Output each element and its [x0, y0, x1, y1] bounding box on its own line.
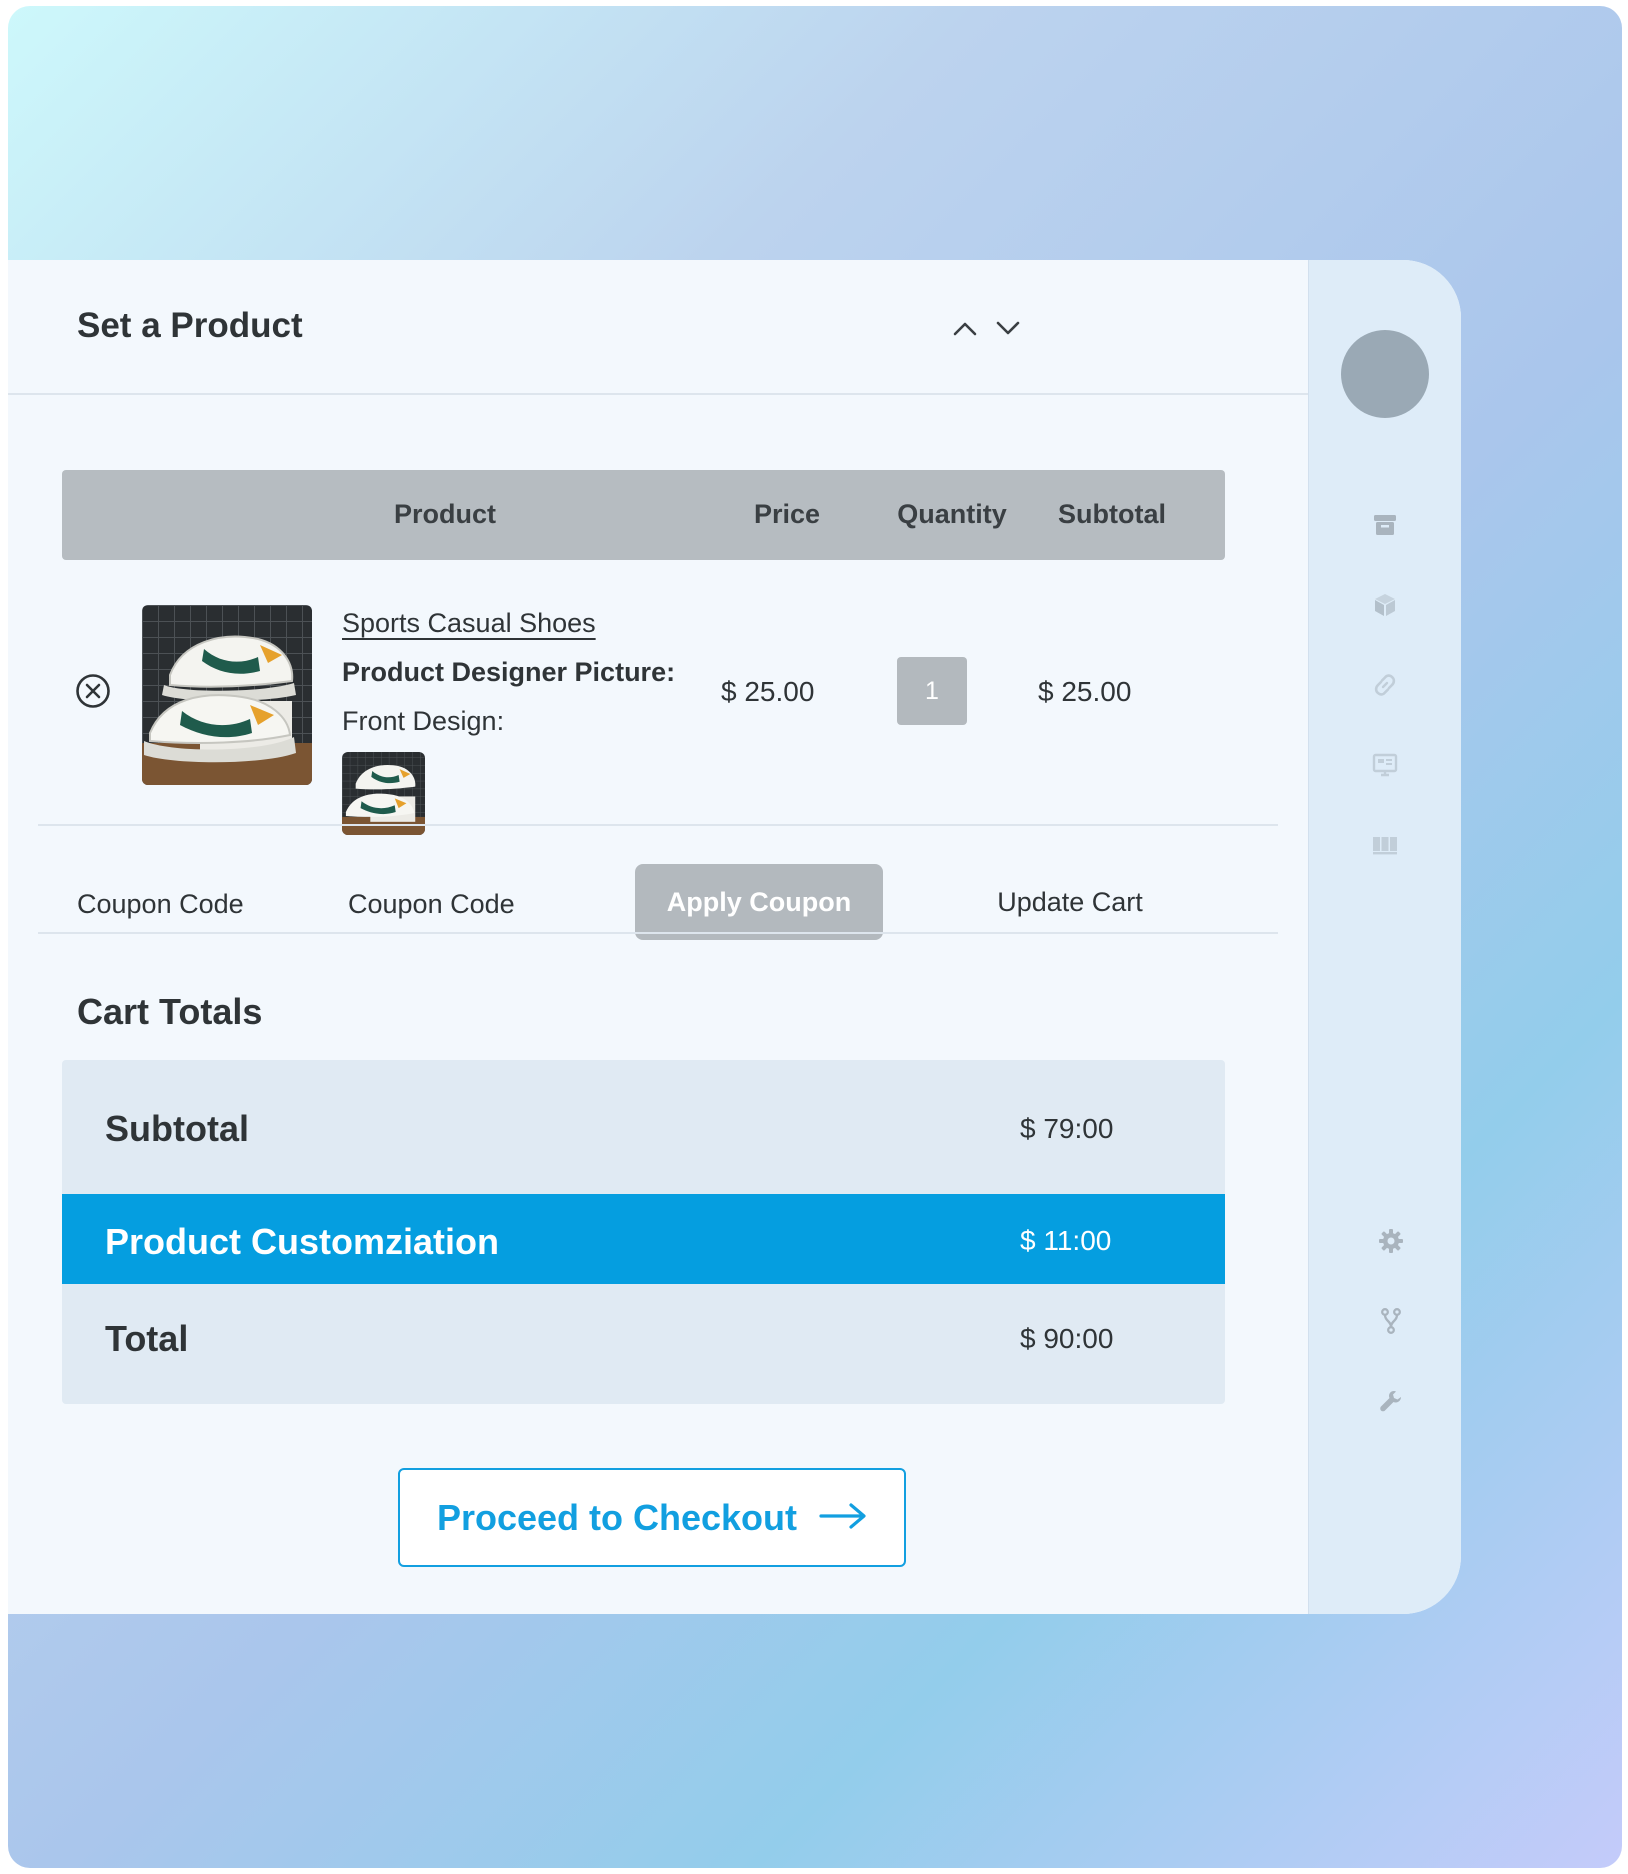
totals-row-customization: Product Customziation $ 11:00 [62, 1194, 1225, 1284]
main-content: Set a Product Product Price Quantity Sub… [8, 260, 1308, 1614]
gear-icon[interactable] [1376, 1226, 1406, 1256]
arrow-right-icon [819, 1497, 867, 1539]
totals-label: Subtotal [105, 1108, 249, 1149]
chevron-down-icon[interactable] [993, 316, 1023, 340]
cart-totals-table: Subtotal $ 79:00 Product Customziation $… [62, 1060, 1225, 1404]
totals-value: $ 79:00 [1020, 1113, 1114, 1144]
panel-header: Set a Product [8, 260, 1308, 395]
product-panel: Set a Product Product Price Quantity Sub… [8, 260, 1461, 1614]
cart-totals-title: Cart Totals [77, 991, 263, 1032]
totals-row-total: Total $ 90:00 [62, 1284, 1225, 1404]
quantity-input[interactable] [897, 657, 967, 725]
panel-title: Set a Product [77, 306, 303, 345]
front-design-label: Front Design: [342, 706, 505, 736]
cart-table-header: Product Price Quantity Subtotal [62, 470, 1225, 560]
column-header-quantity: Quantity [897, 499, 1007, 529]
totals-value: $ 90:00 [1020, 1323, 1114, 1354]
update-cart-button[interactable]: Update Cart [980, 864, 1160, 940]
proceed-to-checkout-button[interactable]: Proceed to Checkout [398, 1468, 906, 1567]
divider [38, 824, 1278, 826]
totals-label: Product Customziation [105, 1221, 499, 1262]
columns-icon[interactable] [1370, 830, 1400, 860]
apply-coupon-button[interactable]: Apply Coupon [635, 864, 883, 940]
chevron-up-icon[interactable] [950, 316, 980, 340]
monitor-icon[interactable] [1370, 750, 1400, 780]
divider [38, 932, 1278, 934]
front-design-thumbnail[interactable] [342, 752, 425, 835]
item-price: $ 25.00 [721, 676, 815, 707]
totals-row-subtotal: Subtotal $ 79:00 [62, 1060, 1225, 1194]
cube-icon[interactable] [1370, 590, 1400, 620]
branch-icon[interactable] [1376, 1306, 1406, 1336]
coupon-label: Coupon Code [77, 889, 244, 919]
column-header-subtotal: Subtotal [1058, 499, 1166, 529]
checkout-label: Proceed to Checkout [436, 1496, 798, 1538]
column-header-product: Product [393, 499, 496, 529]
column-header-price: Price [753, 499, 821, 529]
avatar[interactable] [1341, 330, 1429, 418]
product-name-link[interactable]: Sports Casual Shoes [342, 608, 596, 639]
totals-label: Total [105, 1318, 189, 1359]
totals-value: $ 11:00 [1020, 1225, 1112, 1256]
archive-icon[interactable] [1370, 510, 1400, 540]
item-subtotal: $ 25.00 [1038, 676, 1132, 707]
wrench-icon[interactable] [1376, 1386, 1406, 1416]
coupon-input[interactable] [348, 876, 608, 932]
product-image[interactable] [142, 605, 312, 785]
right-sidebar [1308, 260, 1461, 1614]
background-frame: Set a Product Product Price Quantity Sub… [8, 6, 1622, 1868]
designer-picture-label: Product Designer Picture: [342, 657, 676, 687]
remove-item-icon[interactable] [74, 672, 112, 710]
link-icon[interactable] [1370, 670, 1400, 700]
